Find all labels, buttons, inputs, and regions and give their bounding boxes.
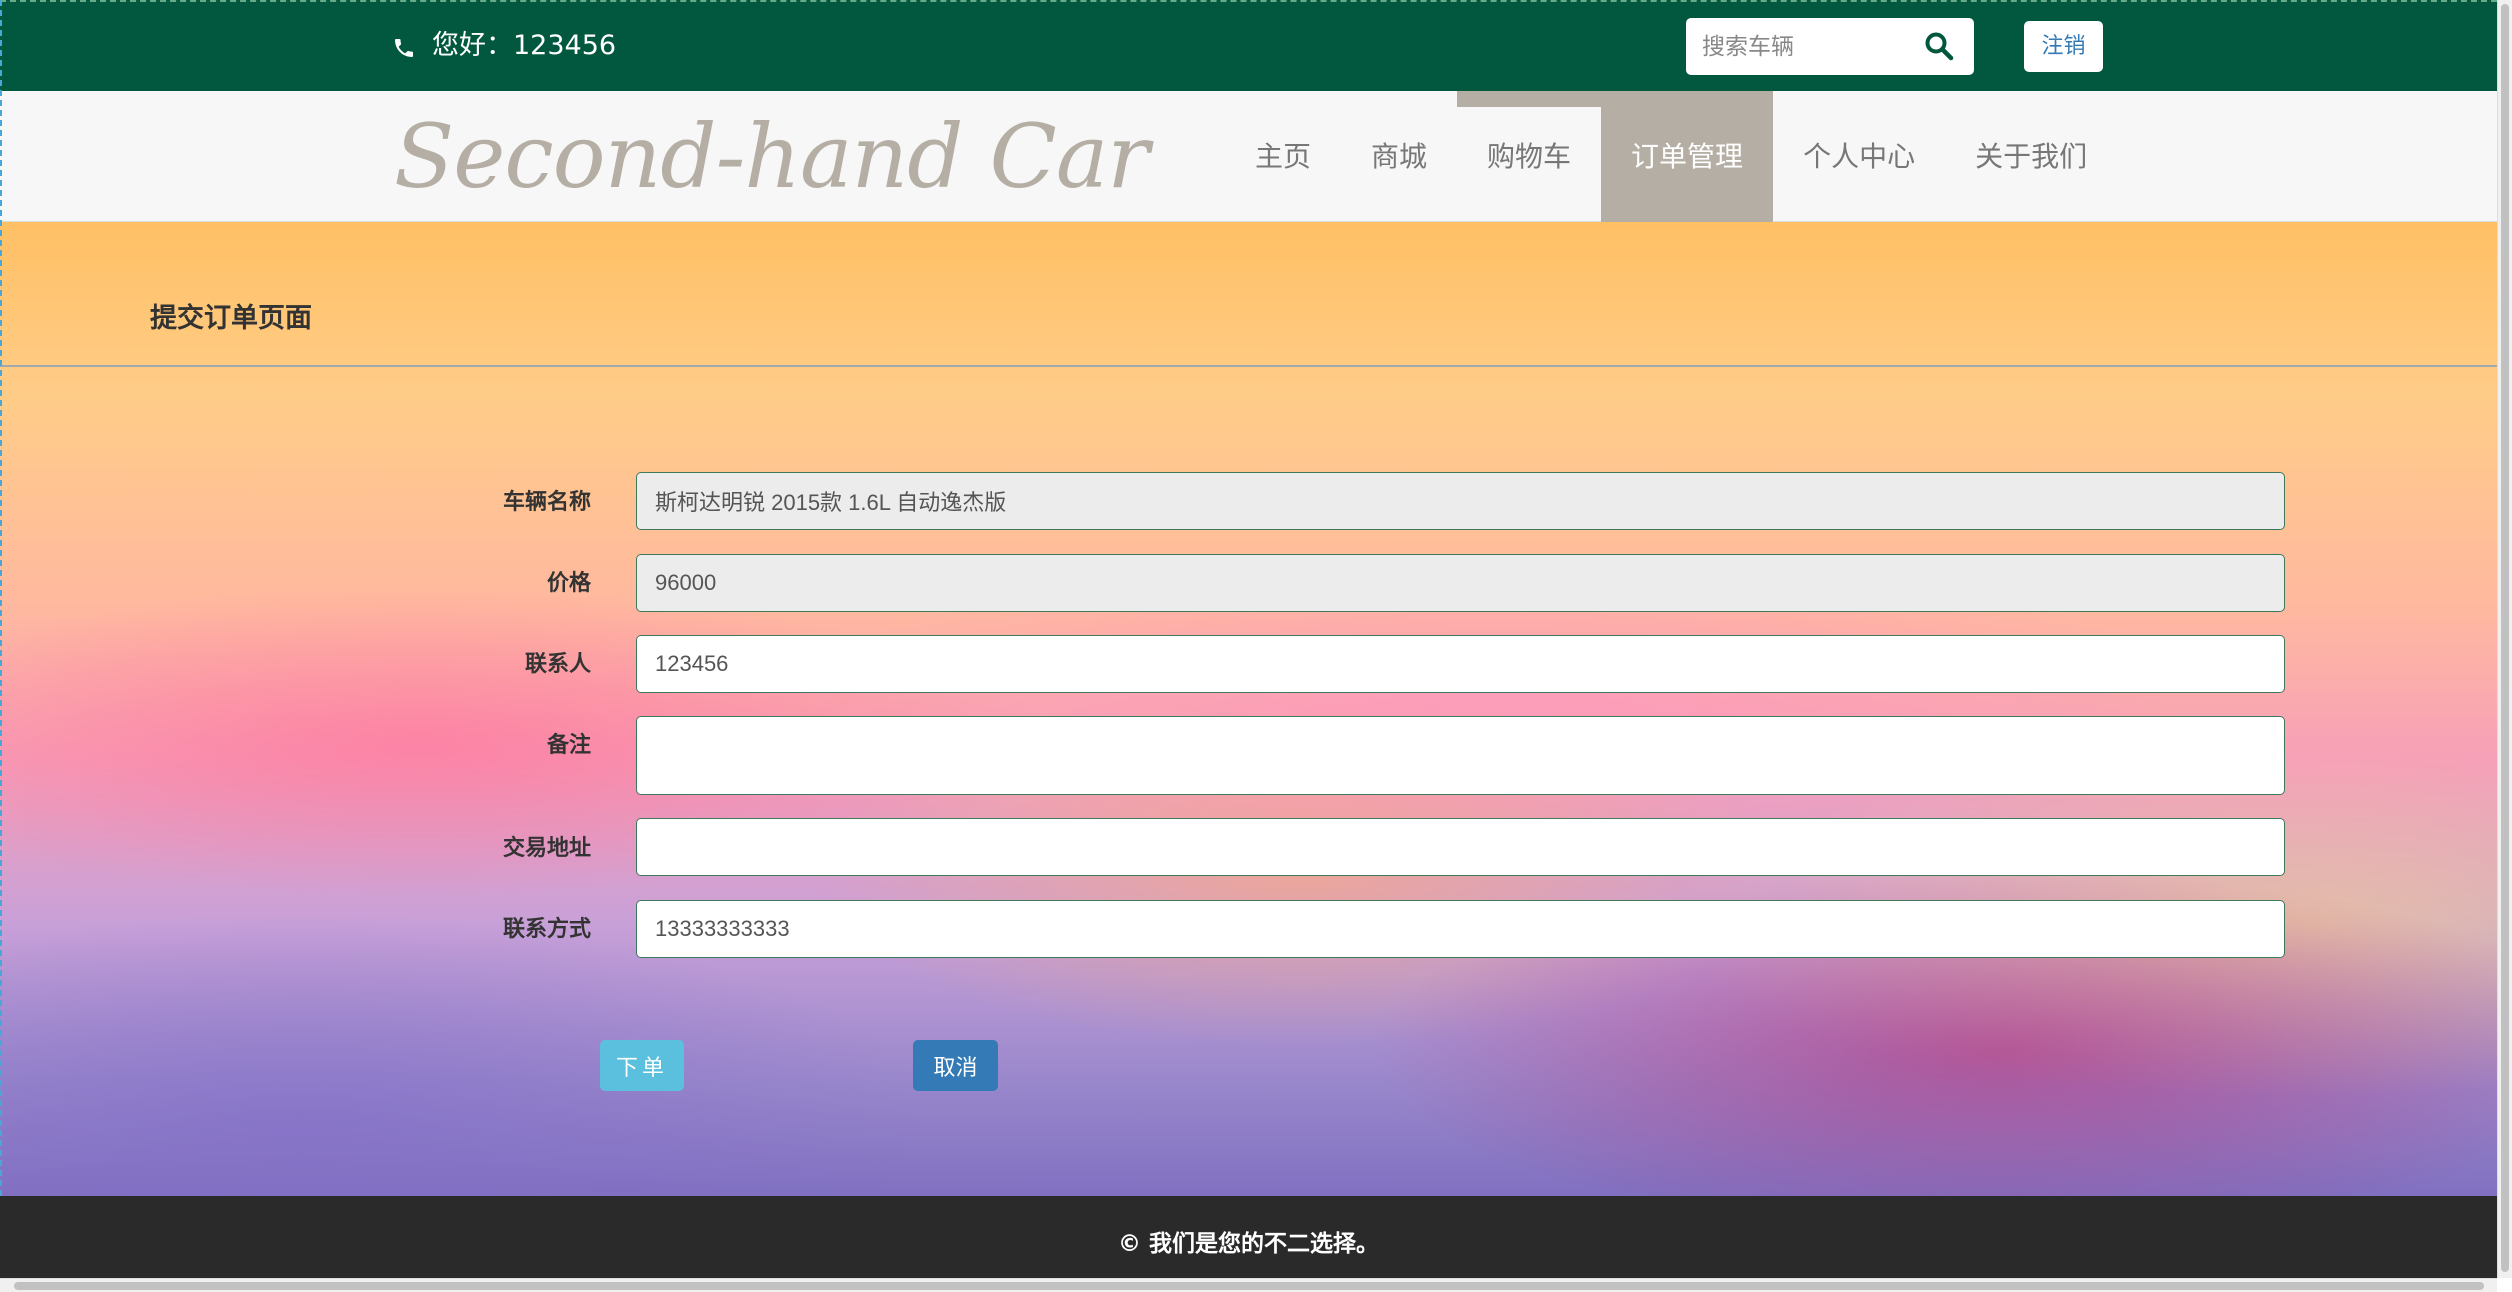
- page-title: 提交订单页面: [150, 303, 312, 334]
- nav-item-shop[interactable]: 商城: [1341, 91, 1457, 222]
- nav-menu: 主页 商城 购物车 订单管理 个人中心 关于我们: [1225, 91, 2117, 222]
- nav-item-orders[interactable]: 订单管理: [1601, 91, 1774, 222]
- horizontal-scrollbar[interactable]: [0, 1278, 2497, 1292]
- remarks-label: 备注: [546, 733, 591, 758]
- nav-item-profile[interactable]: 个人中心: [1773, 91, 1945, 222]
- horizontal-scrollbar-thumb[interactable]: [14, 1282, 2484, 1290]
- search-icon[interactable]: [1924, 31, 1954, 61]
- main-content: 提交订单页面 车辆名称 价格 联系人 备注 交易地址 联系方式 下单 取消: [0, 222, 2497, 1196]
- contact-person-field[interactable]: [636, 635, 2285, 693]
- price-label: 价格: [546, 571, 591, 596]
- navbar: Second-hand Car 主页 商城 购物车 订单管理 个人中心 关于我们: [0, 91, 2497, 222]
- contact-phone-field[interactable]: [636, 900, 2285, 958]
- search-box: [1686, 18, 1974, 75]
- footer: © 我们是您的不二选择。: [0, 1196, 2497, 1278]
- contact-phone-label: 联系方式: [502, 917, 591, 942]
- vehicle-name-label: 车辆名称: [502, 490, 591, 515]
- remarks-textarea[interactable]: [636, 716, 2285, 795]
- trade-address-field[interactable]: [636, 818, 2285, 876]
- place-order-button[interactable]: 下单: [600, 1040, 684, 1091]
- trade-address-label: 交易地址: [502, 836, 591, 861]
- viewport-edge: [0, 0, 4, 1196]
- vertical-scrollbar[interactable]: [2497, 0, 2512, 1278]
- nav-item-cart[interactable]: 购物车: [1457, 91, 1602, 222]
- phone-icon: [395, 39, 413, 57]
- search-input[interactable]: [1702, 18, 1922, 75]
- vehicle-name-field[interactable]: [636, 472, 2285, 530]
- top-bar: 您好：123456 注销: [0, 0, 2497, 91]
- user-greeting: 您好：123456: [432, 30, 617, 61]
- logout-button[interactable]: 注销: [2024, 21, 2103, 72]
- cancel-button[interactable]: 取消: [913, 1040, 998, 1091]
- site-logo[interactable]: Second-hand Car: [394, 91, 1149, 222]
- price-field[interactable]: [636, 554, 2285, 612]
- nav-item-home[interactable]: 主页: [1225, 91, 1341, 222]
- contact-person-label: 联系人: [524, 652, 591, 677]
- divider: [0, 365, 2497, 367]
- nav-item-about[interactable]: 关于我们: [1945, 91, 2117, 222]
- vertical-scrollbar-thumb[interactable]: [2501, 4, 2509, 1272]
